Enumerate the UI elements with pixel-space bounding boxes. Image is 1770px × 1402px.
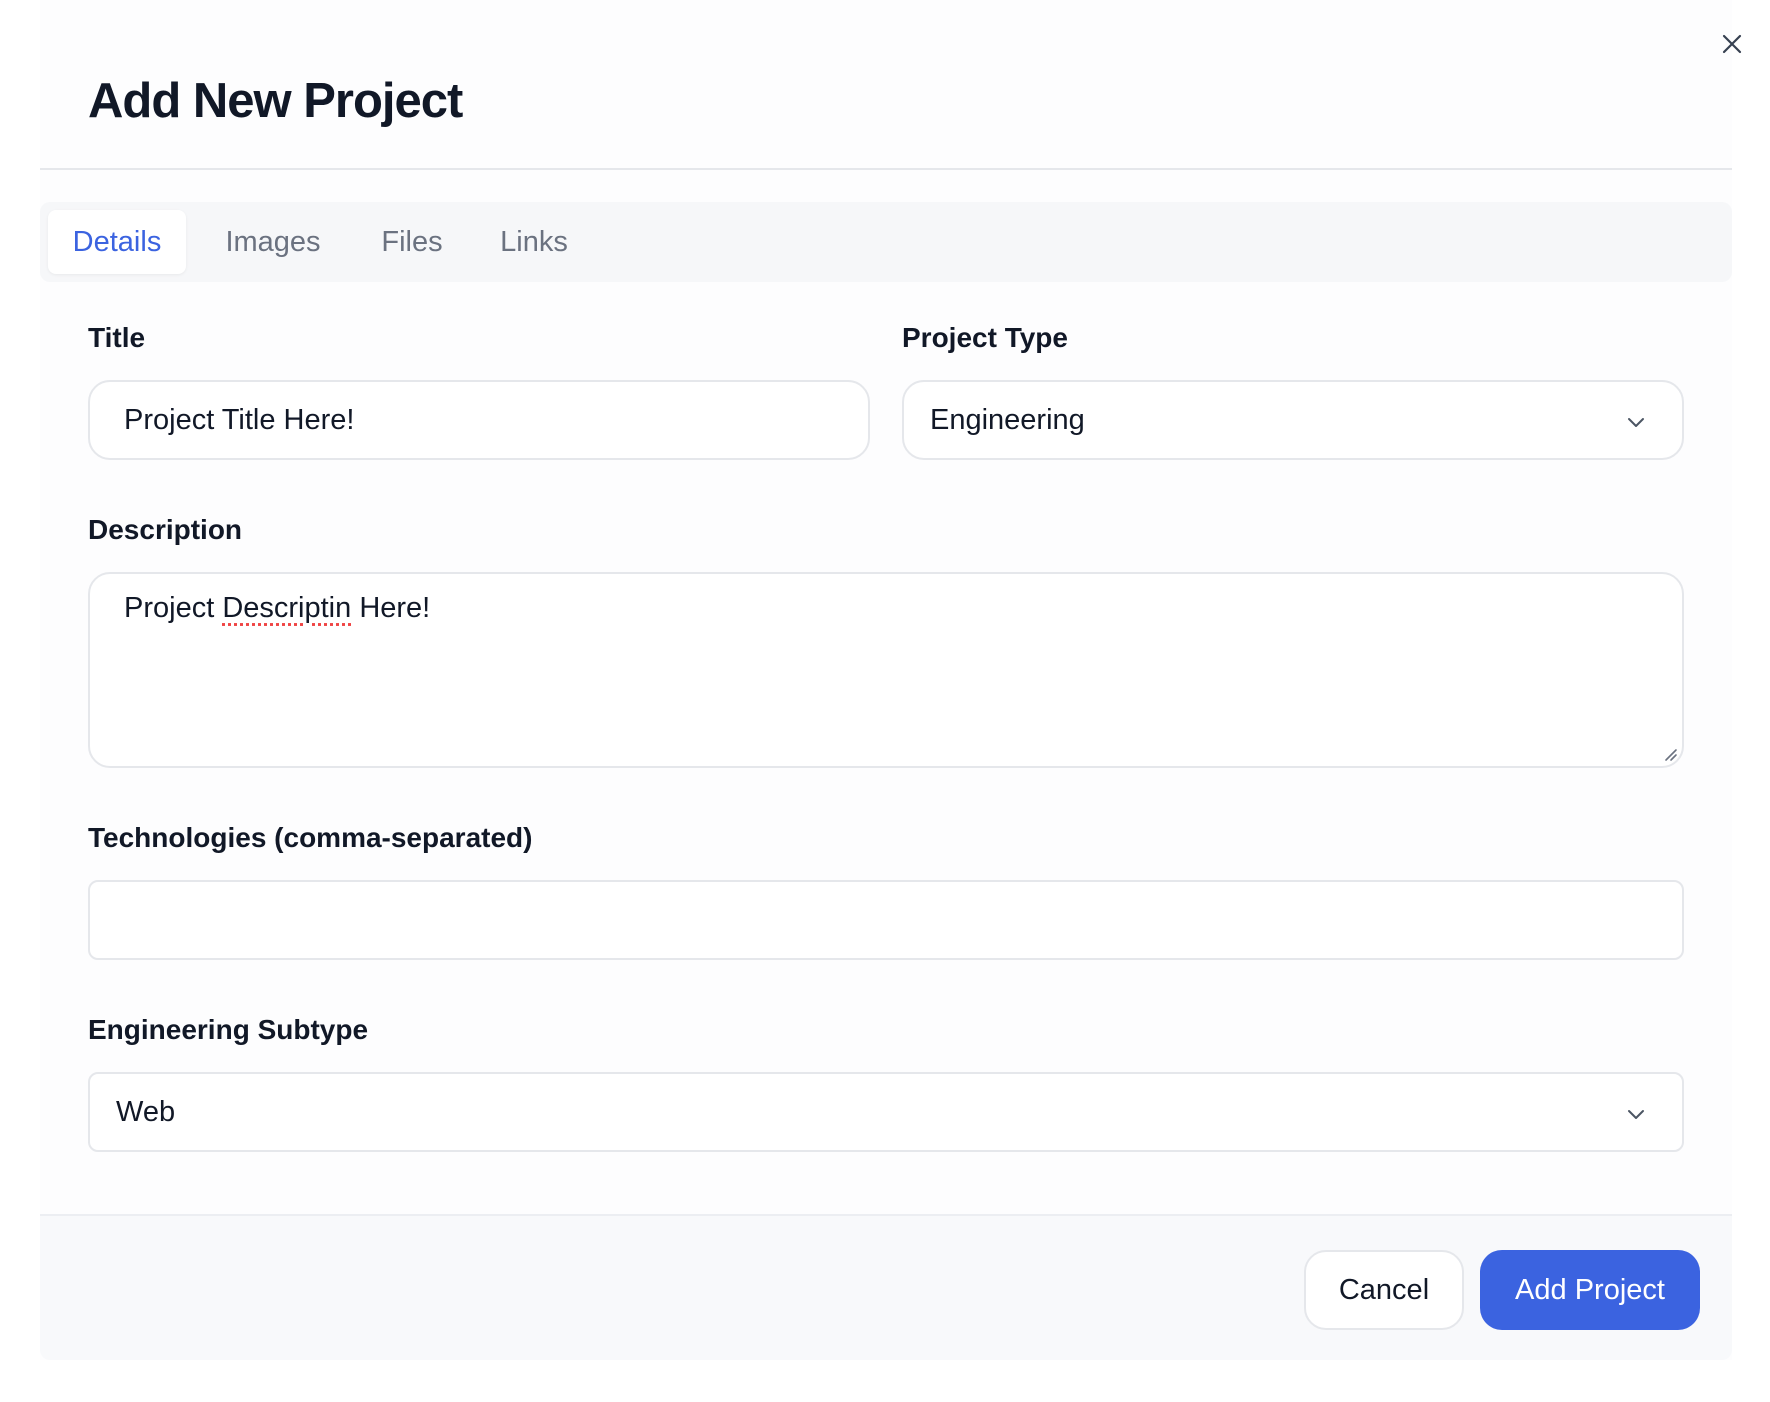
page: Add New Project Details Images Files Lin… (0, 0, 1770, 1402)
title-input-value: Project Title Here! (124, 403, 355, 436)
tab-links[interactable]: Links (484, 210, 584, 274)
chevron-down-icon (1628, 1110, 1644, 1119)
tab-files[interactable]: Files (362, 210, 462, 274)
title-label: Title (88, 322, 146, 353)
engineering-subtype-select[interactable]: Web (88, 1072, 1684, 1152)
description-label: Description (88, 514, 243, 545)
dialog-footer: Cancel Add Project (40, 1214, 1732, 1360)
project-type-select[interactable]: Engineering (902, 380, 1684, 460)
technologies-label: Technologies (comma-separated) (88, 822, 533, 853)
project-type-label: Project Type (902, 322, 1068, 353)
engineering-subtype-label: Engineering Subtype (88, 1014, 369, 1045)
resize-handle-icon[interactable] (1660, 744, 1678, 762)
description-textarea[interactable]: Project Descriptin Here! (88, 572, 1684, 768)
chevron-down-icon (1628, 418, 1644, 427)
tab-images[interactable]: Images (208, 210, 338, 274)
description-value: Project Descriptin Here! (124, 592, 431, 624)
tab-bar: Details Images Files Links (40, 202, 1732, 282)
misspelled-word: Descriptin (222, 592, 352, 624)
close-button[interactable] (1712, 24, 1752, 64)
tab-details[interactable]: Details (48, 210, 186, 274)
header-divider (40, 168, 1732, 170)
close-icon (1722, 34, 1742, 54)
add-project-button[interactable]: Add Project (1480, 1250, 1700, 1330)
dialog-title: Add New Project (88, 74, 463, 128)
title-input[interactable]: Project Title Here! (88, 380, 870, 460)
project-type-value: Engineering (930, 403, 1085, 436)
cancel-button[interactable]: Cancel (1304, 1250, 1464, 1330)
engineering-subtype-value: Web (116, 1095, 176, 1128)
technologies-input[interactable] (88, 880, 1684, 960)
